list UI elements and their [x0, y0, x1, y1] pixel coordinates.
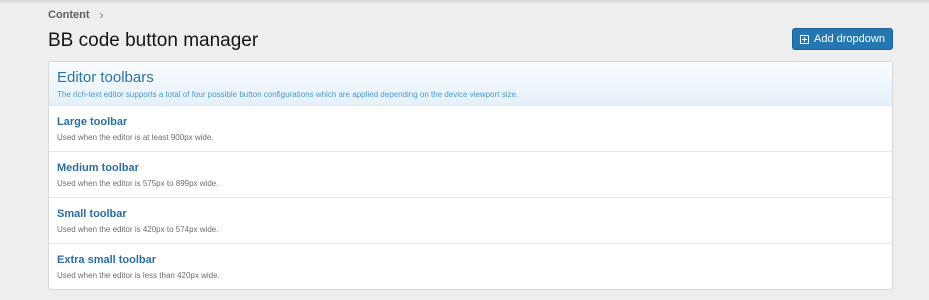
panel-title: Editor toolbars: [57, 69, 154, 86]
plus-square-icon: [800, 34, 810, 44]
top-shadow: [0, 0, 929, 4]
toolbar-description: Used when the editor is 575px to 899px w…: [57, 179, 219, 188]
toolbar-description: Used when the editor is at least 900px w…: [57, 133, 214, 142]
toolbar-title[interactable]: Small toolbar: [57, 208, 884, 221]
toolbar-title[interactable]: Medium toolbar: [57, 162, 884, 175]
toolbar-row-large[interactable]: Large toolbar Used when the editor is at…: [49, 106, 892, 152]
toolbar-description: Used when the editor is less than 420px …: [57, 271, 220, 280]
toolbar-row-small[interactable]: Small toolbar Used when the editor is 42…: [49, 198, 892, 244]
add-dropdown-button[interactable]: Add dropdown: [792, 28, 893, 50]
breadcrumb-item-content[interactable]: Content: [48, 9, 90, 21]
add-dropdown-label: Add dropdown: [814, 33, 885, 45]
editor-toolbars-panel: Editor toolbars The rich-text editor sup…: [48, 61, 893, 290]
toolbar-title[interactable]: Extra small toolbar: [57, 254, 884, 267]
toolbar-row-medium[interactable]: Medium toolbar Used when the editor is 5…: [49, 152, 892, 198]
toolbar-description: Used when the editor is 420px to 574px w…: [57, 225, 219, 234]
page-title: BB code button manager: [48, 30, 259, 51]
panel-description: The rich-text editor supports a total of…: [57, 90, 519, 99]
breadcrumb: Content ›: [48, 8, 104, 22]
toolbar-row-extra-small[interactable]: Extra small toolbar Used when the editor…: [49, 244, 892, 289]
panel-header: Editor toolbars The rich-text editor sup…: [49, 62, 892, 106]
breadcrumb-separator-icon: ›: [99, 8, 104, 22]
toolbar-title[interactable]: Large toolbar: [57, 116, 884, 129]
